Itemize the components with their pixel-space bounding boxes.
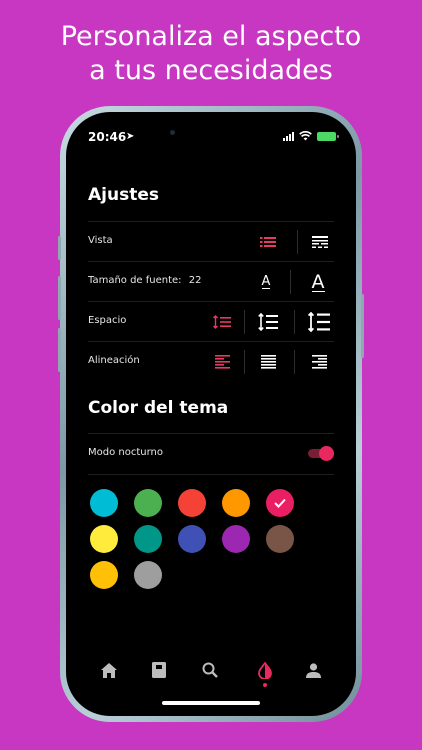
font-decrease-button[interactable]: A: [252, 268, 280, 296]
headline: Personaliza el aspecto a tus necesidades: [0, 20, 422, 88]
tab-theme[interactable]: [254, 659, 276, 681]
font-size-value: 22: [188, 275, 202, 286]
color-swatch[interactable]: [134, 489, 162, 517]
location-arrow-icon: ➤: [126, 131, 135, 142]
alignment-label: Alineación: [88, 355, 140, 366]
volume-up-button: [58, 276, 61, 320]
align-left-icon: [214, 355, 230, 369]
status-bar: 20:46 ➤: [66, 128, 356, 148]
toggle-knob: [319, 446, 334, 461]
color-swatch[interactable]: [134, 561, 162, 589]
power-button: [361, 294, 364, 358]
separator: [290, 270, 291, 294]
night-mode-toggle[interactable]: [308, 446, 334, 461]
align-right-icon: [311, 355, 327, 369]
separator: [294, 310, 295, 334]
phone-screen: 20:46 ➤ Ajustes Vista Tamaño de fuente: …: [66, 112, 356, 716]
divider: [88, 474, 334, 475]
row-alignment: Alineación: [88, 341, 334, 381]
line-spacing-large-icon: [308, 312, 330, 332]
font-increase-button[interactable]: A: [302, 268, 334, 296]
color-swatch[interactable]: [90, 561, 118, 589]
list-view-icon: [260, 237, 276, 247]
battery-charging-icon: [317, 131, 339, 141]
tab-profile[interactable]: [302, 659, 324, 681]
view-list-button[interactable]: [254, 228, 282, 256]
cellular-signal-icon: [283, 131, 294, 141]
phone-frame: 20:46 ➤ Ajustes Vista Tamaño de fuente: …: [58, 106, 364, 722]
line-spacing-medium-icon: [258, 313, 278, 331]
font-size-label: Tamaño de fuente: 22: [88, 275, 201, 286]
headline-line-2: a tus necesidades: [89, 55, 333, 86]
home-indicator: [162, 701, 260, 705]
tab-search[interactable]: [199, 659, 221, 681]
color-swatch[interactable]: [178, 489, 206, 517]
align-right-button[interactable]: [304, 348, 334, 376]
color-swatch[interactable]: [90, 525, 118, 553]
color-swatch[interactable]: [222, 489, 250, 517]
color-swatch[interactable]: [178, 525, 206, 553]
align-left-button[interactable]: [208, 348, 236, 376]
separator: [294, 350, 295, 374]
align-justify-icon: [260, 355, 276, 369]
view-compact-button[interactable]: [306, 228, 334, 256]
active-tab-indicator: [263, 683, 267, 687]
separator: [244, 350, 245, 374]
font-size-label-text: Tamaño de fuente:: [88, 275, 182, 286]
compact-view-icon: [312, 235, 328, 248]
tab-home[interactable]: [98, 659, 120, 681]
home-icon: [101, 662, 117, 678]
row-spacing: Espacio: [88, 301, 334, 341]
row-font-size: Tamaño de fuente: 22 A A: [88, 261, 334, 301]
volume-down-button: [58, 328, 61, 372]
align-justify-button[interactable]: [254, 348, 282, 376]
line-spacing-small-icon: [213, 315, 231, 329]
color-swatch[interactable]: [90, 489, 118, 517]
mute-switch: [58, 236, 61, 260]
theme-color-title: Color del tema: [88, 398, 229, 418]
spacing-medium-button[interactable]: [254, 308, 282, 336]
tab-bar: [66, 655, 356, 687]
status-time: 20:46: [88, 130, 127, 144]
search-icon: [202, 662, 218, 678]
row-night-mode: Modo nocturno: [88, 433, 334, 473]
view-label: Vista: [88, 235, 113, 246]
row-view: Vista: [88, 221, 334, 261]
color-swatch[interactable]: [222, 525, 250, 553]
color-swatch[interactable]: [134, 525, 162, 553]
spacing-small-button[interactable]: [208, 308, 236, 336]
spacing-large-button[interactable]: [304, 308, 334, 336]
contrast-drop-icon: [258, 661, 272, 679]
color-swatch[interactable]: [266, 489, 294, 517]
separator: [297, 230, 298, 254]
wifi-icon: [299, 131, 312, 141]
book-icon: [152, 662, 166, 678]
night-mode-label: Modo nocturno: [88, 447, 163, 458]
font-small-icon: A: [261, 273, 271, 289]
font-large-icon: A: [311, 270, 325, 293]
settings-title: Ajustes: [88, 185, 159, 205]
checkmark-icon: [274, 498, 286, 508]
tab-library[interactable]: [148, 659, 170, 681]
spacing-label: Espacio: [88, 315, 127, 326]
color-swatch[interactable]: [266, 525, 294, 553]
headline-line-1: Personaliza el aspecto: [60, 21, 362, 52]
separator: [244, 310, 245, 334]
person-icon: [305, 662, 321, 678]
